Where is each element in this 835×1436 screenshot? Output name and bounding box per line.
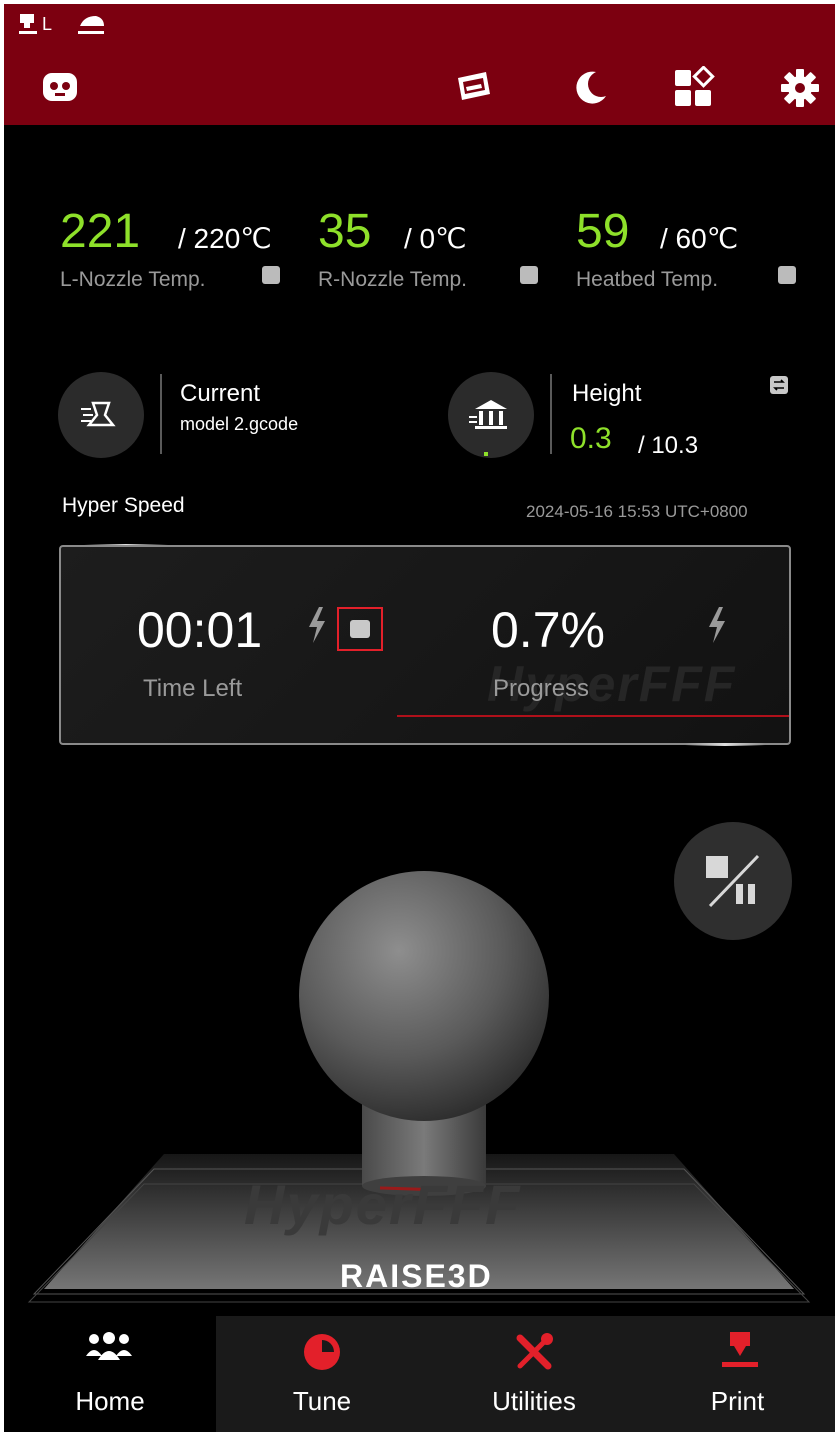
time-left-value: 00:01 (137, 602, 263, 658)
swap-toggle-icon (350, 620, 370, 638)
l-nozzle-temp[interactable]: 221 / 220℃ L-Nozzle Temp. (60, 204, 310, 304)
edit-icon[interactable] (520, 266, 538, 284)
progress-value: 0.7% (491, 602, 605, 658)
nav-home-label: Home (75, 1386, 145, 1416)
l-nozzle-target-temp: / 220℃ (178, 223, 272, 254)
nav-home[interactable]: Home (4, 1316, 216, 1432)
robot-assistant-button[interactable] (38, 66, 82, 110)
night-mode-button[interactable] (568, 66, 612, 110)
raise3d-logo: RAISE3D (340, 1258, 493, 1294)
layers-building-icon (469, 400, 507, 429)
gear-icon (781, 69, 819, 107)
height-icon-button[interactable] (448, 372, 534, 458)
time-left-toggle-button[interactable] (337, 607, 383, 651)
current-file-icon-button[interactable] (58, 372, 144, 458)
r-nozzle-temp[interactable]: 35 / 0℃ R-Nozzle Temp. (318, 204, 568, 304)
heatbed-current-temp: 59 (576, 205, 630, 258)
swap-toggle-icon[interactable] (770, 376, 788, 394)
printer-touch-screen: L 221 / 220℃ L-Nozzle Temp. 35 / 0℃ R-No… (4, 4, 835, 1432)
pie-chart-icon (304, 1334, 340, 1370)
print-progress-panel: HyperFFF 00:01 Time Left 0.7% Progress (59, 545, 791, 746)
nav-tune-label: Tune (292, 1386, 352, 1416)
printer-nozzle-icon (722, 1332, 758, 1367)
r-nozzle-target-temp: / 0℃ (404, 223, 467, 254)
l-nozzle-current-temp: 221 (60, 205, 141, 258)
left-extruder-label: L (42, 14, 53, 34)
divider (160, 374, 162, 454)
bed-watermark: HyperFFF (244, 1173, 522, 1236)
heatbed-label: Heatbed Temp. (576, 268, 719, 291)
height-current: 0.3 (570, 422, 612, 455)
height-total: / 10.3 (638, 432, 699, 459)
left-extruder-status-icon: L (18, 12, 58, 34)
r-nozzle-current-temp: 35 (318, 205, 372, 258)
bottom-nav: Home Tune Utilities Print (4, 1316, 835, 1432)
widgets-button[interactable] (672, 66, 716, 110)
nav-utilities[interactable]: Utilities (428, 1316, 640, 1432)
progress-label: Progress (493, 675, 590, 702)
datetime: 2024-05-16 15:53 UTC+0800 (526, 502, 748, 521)
moon-icon (576, 71, 606, 104)
tools-icon (516, 1333, 553, 1370)
lightning-icon (709, 607, 725, 643)
edit-icon[interactable] (262, 266, 280, 284)
panel-glow (685, 743, 765, 746)
camera-tilt-icon (458, 72, 490, 100)
top-bar: L (4, 4, 835, 125)
l-nozzle-label: L-Nozzle Temp. (60, 268, 206, 291)
current-file-title: Current (180, 380, 261, 407)
nav-print[interactable]: Print (640, 1316, 835, 1432)
lightning-icon (309, 607, 325, 643)
model-preview (27, 871, 811, 1303)
progress-track-line (397, 715, 789, 717)
height-indicator-dot (484, 452, 488, 456)
nav-utilities-label: Utilities (492, 1386, 576, 1416)
robot-icon (43, 73, 77, 101)
filament-status-icon (76, 12, 108, 34)
nav-print-label: Print (710, 1386, 765, 1416)
heatbed-temp[interactable]: 59 / 60℃ Heatbed Temp. (576, 204, 826, 304)
r-nozzle-label: R-Nozzle Temp. (318, 268, 467, 291)
widgets-icon (675, 66, 715, 106)
heatbed-target-temp: / 60℃ (660, 223, 739, 254)
height-title: Height (572, 380, 642, 407)
edit-icon[interactable] (778, 266, 796, 284)
mode-label: Hyper Speed (62, 494, 185, 517)
camera-view-button[interactable] (452, 66, 496, 110)
divider (550, 374, 552, 454)
temperature-readouts: 221 / 220℃ L-Nozzle Temp. 35 / 0℃ R-Nozz… (4, 204, 835, 304)
current-file-name: model 2.gcode (180, 414, 299, 434)
time-left-label: Time Left (143, 675, 243, 702)
model-pin-icon (81, 401, 116, 427)
settings-button[interactable] (778, 66, 822, 110)
users-icon (86, 1332, 132, 1360)
nav-tune[interactable]: Tune (216, 1316, 428, 1432)
